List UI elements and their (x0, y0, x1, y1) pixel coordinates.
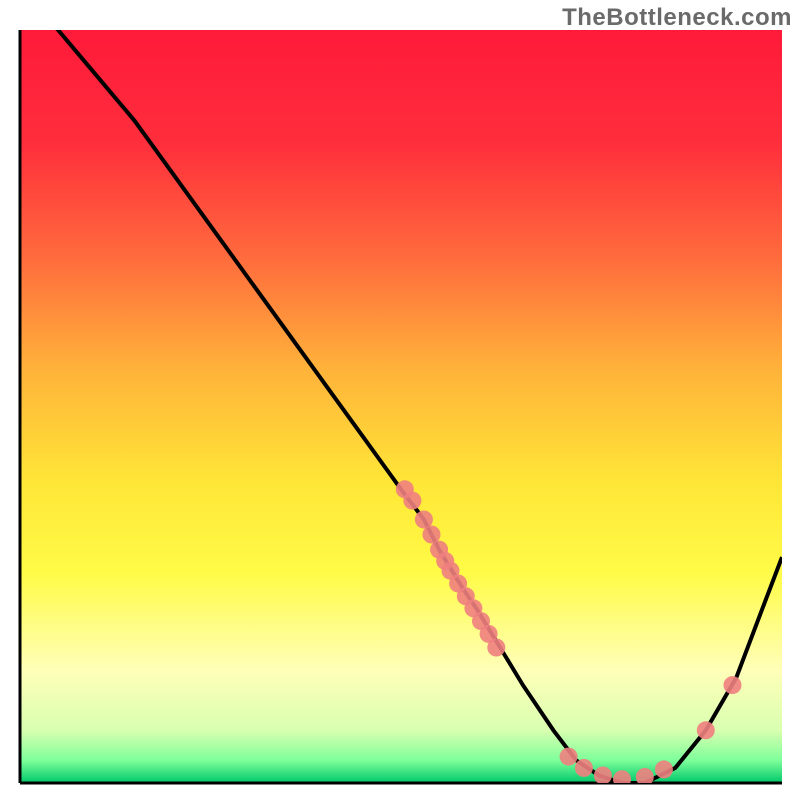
data-point (697, 721, 715, 739)
plot-area (20, 30, 782, 783)
data-point (560, 748, 578, 766)
data-point (594, 767, 612, 785)
data-point (403, 492, 421, 510)
data-point (613, 770, 631, 788)
attribution-label: TheBottleneck.com (562, 4, 792, 32)
data-point (487, 639, 505, 657)
bottleneck-chart (0, 0, 800, 800)
data-point (575, 759, 593, 777)
data-point (655, 760, 673, 778)
data-point (724, 676, 742, 694)
